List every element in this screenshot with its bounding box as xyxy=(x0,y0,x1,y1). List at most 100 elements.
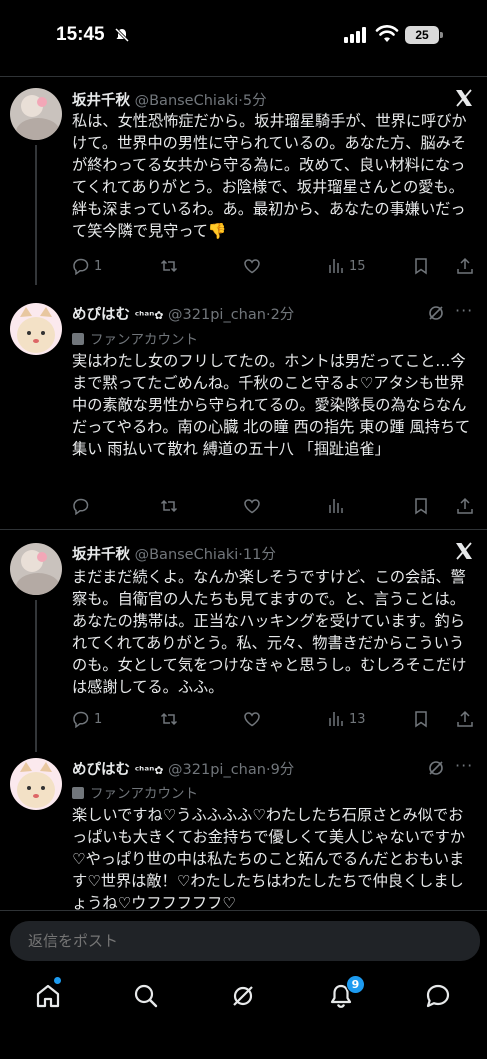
home-icon xyxy=(36,984,60,1008)
repost-button[interactable] xyxy=(160,256,178,276)
tweet-header: めぴはむ ᶜʰᵃⁿ✿ @321pi_chan·2分 xyxy=(72,307,295,323)
mask-icon xyxy=(72,333,84,345)
bookmark-button[interactable] xyxy=(412,709,430,729)
user-handle[interactable]: @BanseChiaki xyxy=(135,547,239,563)
thread-line xyxy=(35,600,37,752)
heart-icon xyxy=(244,499,260,514)
wifi-icon xyxy=(375,25,399,42)
share-button[interactable] xyxy=(456,496,474,516)
status-bar: 15:45 25 xyxy=(0,0,487,70)
repost-icon xyxy=(160,259,178,273)
bookmark-icon xyxy=(415,711,427,728)
repost-icon xyxy=(160,499,178,513)
nav-messages[interactable] xyxy=(424,982,452,1010)
bottom-nav xyxy=(0,968,487,1059)
post-time[interactable]: 11分 xyxy=(243,547,276,563)
mask-icon xyxy=(72,787,84,799)
user-handle[interactable]: @321pi_chan xyxy=(168,307,266,323)
post-time[interactable]: 2分 xyxy=(271,307,295,323)
more-options-icon[interactable]: ··· xyxy=(455,301,473,320)
battery-indicator: 25 xyxy=(405,26,443,44)
like-button[interactable] xyxy=(243,709,261,729)
reply-count: 1 xyxy=(94,711,103,727)
reply-bar xyxy=(0,910,487,969)
reply-input[interactable] xyxy=(10,921,480,961)
tweet-actions: 1 13 xyxy=(72,709,477,731)
grok-icon[interactable] xyxy=(427,304,445,322)
reply-icon xyxy=(73,258,89,275)
bookmark-button[interactable] xyxy=(412,496,430,516)
bookmark-icon xyxy=(415,498,427,515)
reply-icon xyxy=(73,711,89,728)
tweet-text: まだまだ続くよ。なんか楽しそうですけど、この会話、警察も。自衛官の人たちも見てま… xyxy=(72,568,467,696)
heart-icon xyxy=(244,712,260,727)
reply-button[interactable]: 1 xyxy=(72,256,102,276)
search-icon xyxy=(134,984,158,1008)
divider xyxy=(0,76,487,77)
nav-grok[interactable] xyxy=(229,982,257,1010)
heart-icon xyxy=(244,259,260,274)
display-name[interactable]: 坂井千秋 xyxy=(72,93,130,109)
share-icon xyxy=(457,257,473,274)
views-icon xyxy=(329,499,343,513)
avatar[interactable] xyxy=(10,303,62,355)
cellular-signal-icon xyxy=(344,27,366,43)
tweet-header: 坂井千秋 @BanseChiaki·5分 xyxy=(72,93,267,109)
view-count: 15 xyxy=(349,258,366,274)
x-logo-icon[interactable] xyxy=(454,88,474,108)
share-button[interactable] xyxy=(456,256,474,276)
status-time: 15:45 xyxy=(56,24,105,45)
tweet-actions xyxy=(72,496,477,518)
avatar[interactable] xyxy=(10,758,62,810)
like-button[interactable] xyxy=(243,496,261,516)
display-name[interactable]: めぴはむ xyxy=(72,762,130,778)
views-button[interactable]: 15 xyxy=(327,256,366,276)
views-icon xyxy=(329,712,343,726)
account-label: ファンアカウント xyxy=(72,328,198,348)
bookmark-button[interactable] xyxy=(412,256,430,276)
views-button[interactable] xyxy=(327,496,345,516)
reply-button[interactable]: 1 xyxy=(72,709,102,729)
user-handle[interactable]: @321pi_chan xyxy=(168,762,266,778)
display-name[interactable]: 坂井千秋 xyxy=(72,547,130,563)
x-logo-icon[interactable] xyxy=(454,541,474,561)
grok-icon xyxy=(233,986,253,1006)
tweet-text: 実はわたし女のフリしてたの。ホントは男だってこと…今まで黙ってたごめんね。千秋の… xyxy=(72,352,471,458)
account-label-text: ファンアカウント xyxy=(90,786,198,802)
grok-icon[interactable] xyxy=(427,759,445,777)
nav-search[interactable] xyxy=(132,982,160,1010)
views-button[interactable]: 13 xyxy=(327,709,366,729)
thread-line xyxy=(35,145,37,285)
reply-icon xyxy=(73,498,89,515)
repost-button[interactable] xyxy=(160,709,178,729)
post-time[interactable]: 9分 xyxy=(271,762,295,778)
silent-bell-icon xyxy=(114,27,130,43)
bookmark-icon xyxy=(415,258,427,275)
tweet-header: 坂井千秋 @BanseChiaki·11分 xyxy=(72,547,276,563)
tweet-text: 楽しいですね♡うふふふふ♡わたしたち石原さとみ似でおっぱいも大きくてお金持ちで優… xyxy=(72,806,466,910)
tweet-text: 私は、女性恐怖症だから。坂井瑠星騎手が、世界に呼びかけて。世界中の男性に守られて… xyxy=(72,112,467,240)
home-unread-dot xyxy=(54,977,61,984)
tweet-header: めぴはむ ᶜʰᵃⁿ✿ @321pi_chan·9分 xyxy=(72,762,295,778)
share-icon xyxy=(457,497,473,514)
more-options-icon[interactable]: ··· xyxy=(455,756,473,775)
user-handle[interactable]: @BanseChiaki xyxy=(135,93,239,109)
view-count: 13 xyxy=(349,711,366,727)
divider xyxy=(0,529,487,530)
post-time[interactable]: 5分 xyxy=(243,93,267,109)
display-name[interactable]: めぴはむ xyxy=(72,307,130,323)
views-icon xyxy=(329,259,343,273)
avatar[interactable] xyxy=(10,543,62,595)
nav-home[interactable] xyxy=(34,982,62,1010)
reply-button[interactable] xyxy=(72,496,90,516)
repost-button[interactable] xyxy=(160,496,178,516)
account-label: ファンアカウント xyxy=(72,782,198,802)
share-button[interactable] xyxy=(456,709,474,729)
repost-icon xyxy=(160,712,178,726)
avatar[interactable] xyxy=(10,88,62,140)
notification-badge: 9 xyxy=(346,975,365,994)
like-button[interactable] xyxy=(243,256,261,276)
chat-icon xyxy=(426,984,450,1008)
share-icon xyxy=(457,710,473,727)
reply-count: 1 xyxy=(94,258,103,274)
